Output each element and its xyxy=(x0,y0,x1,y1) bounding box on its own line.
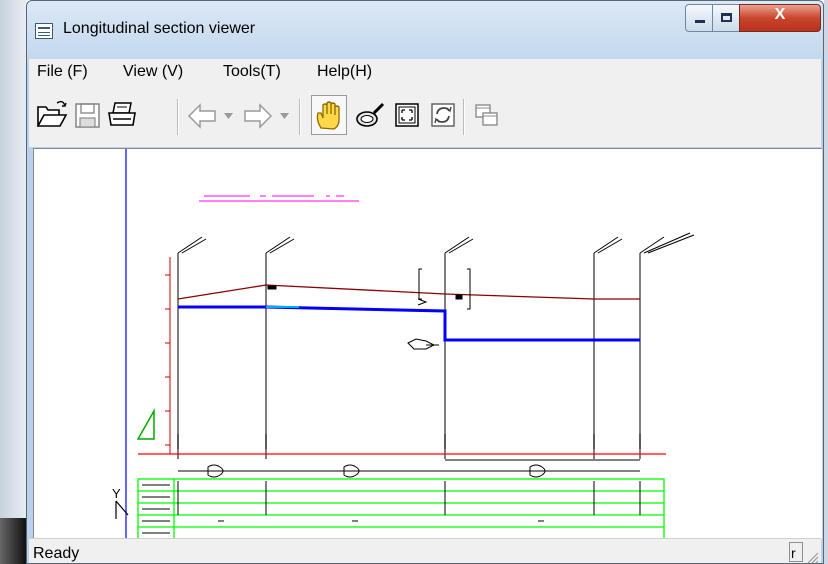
forward-arrow-icon[interactable] xyxy=(241,95,275,135)
status-bar: Ready r xyxy=(29,538,821,564)
ground-level-line xyxy=(177,284,640,300)
maximize-icon xyxy=(721,13,732,22)
forward-dropdown-icon[interactable] xyxy=(277,95,293,135)
station-markers xyxy=(177,434,641,449)
open-folder-icon[interactable] xyxy=(35,95,69,135)
toolbar-separator xyxy=(299,99,301,135)
station-lines xyxy=(177,232,695,459)
status-text: Ready xyxy=(33,545,80,562)
dimension-line xyxy=(178,459,640,478)
water-level-line xyxy=(178,305,640,342)
menu-tools[interactable]: Tools(T) xyxy=(223,63,281,81)
fit-to-window-icon[interactable] xyxy=(391,95,425,135)
refresh-icon[interactable] xyxy=(427,95,461,135)
menu-view[interactable]: View (V) xyxy=(123,63,183,81)
copy-window-icon[interactable] xyxy=(471,95,505,135)
desktop-background xyxy=(0,0,26,564)
toolbar-separator xyxy=(177,99,179,135)
drawing-title-line xyxy=(199,195,359,202)
back-dropdown-icon[interactable] xyxy=(221,95,237,135)
minimize-icon xyxy=(695,20,705,23)
back-arrow-icon[interactable] xyxy=(185,95,219,135)
menu-bar: File (F) View (V) Tools(T) Help(H) xyxy=(29,59,821,87)
elevation-scale xyxy=(165,257,171,454)
app-icon xyxy=(35,23,53,39)
menu-file[interactable]: File (F) xyxy=(37,63,88,81)
north-arrow-triangle xyxy=(136,408,155,440)
print-icon[interactable] xyxy=(105,95,139,135)
maximize-button[interactable] xyxy=(712,4,740,32)
drawing-canvas[interactable]: Y xyxy=(33,148,822,539)
status-panel: r xyxy=(789,542,803,562)
longitudinal-section-drawing[interactable]: Y xyxy=(34,149,822,539)
window-title: Longitudinal section viewer xyxy=(63,20,256,37)
profile-data-table xyxy=(137,478,665,539)
pan-hand-icon[interactable] xyxy=(311,95,347,135)
app-window: Longitudinal section viewer X File (F) V… xyxy=(26,0,824,564)
save-disk-icon[interactable] xyxy=(71,95,105,135)
desktop-background-right xyxy=(824,0,828,564)
title-bar[interactable]: Longitudinal section viewer X xyxy=(27,1,823,59)
toolbar-separator xyxy=(463,99,465,135)
close-button[interactable]: X xyxy=(739,4,821,32)
close-icon: X xyxy=(774,6,786,23)
axis-y-label: Y xyxy=(112,486,121,501)
desktop-background-shadow xyxy=(0,518,26,564)
minimize-button[interactable] xyxy=(685,4,713,32)
zoom-magnifier-icon[interactable] xyxy=(353,95,387,135)
menu-help[interactable]: Help(H) xyxy=(317,63,372,81)
toolbar xyxy=(29,87,821,147)
resize-grip-icon[interactable] xyxy=(805,550,819,564)
table-value-marks xyxy=(142,481,641,534)
